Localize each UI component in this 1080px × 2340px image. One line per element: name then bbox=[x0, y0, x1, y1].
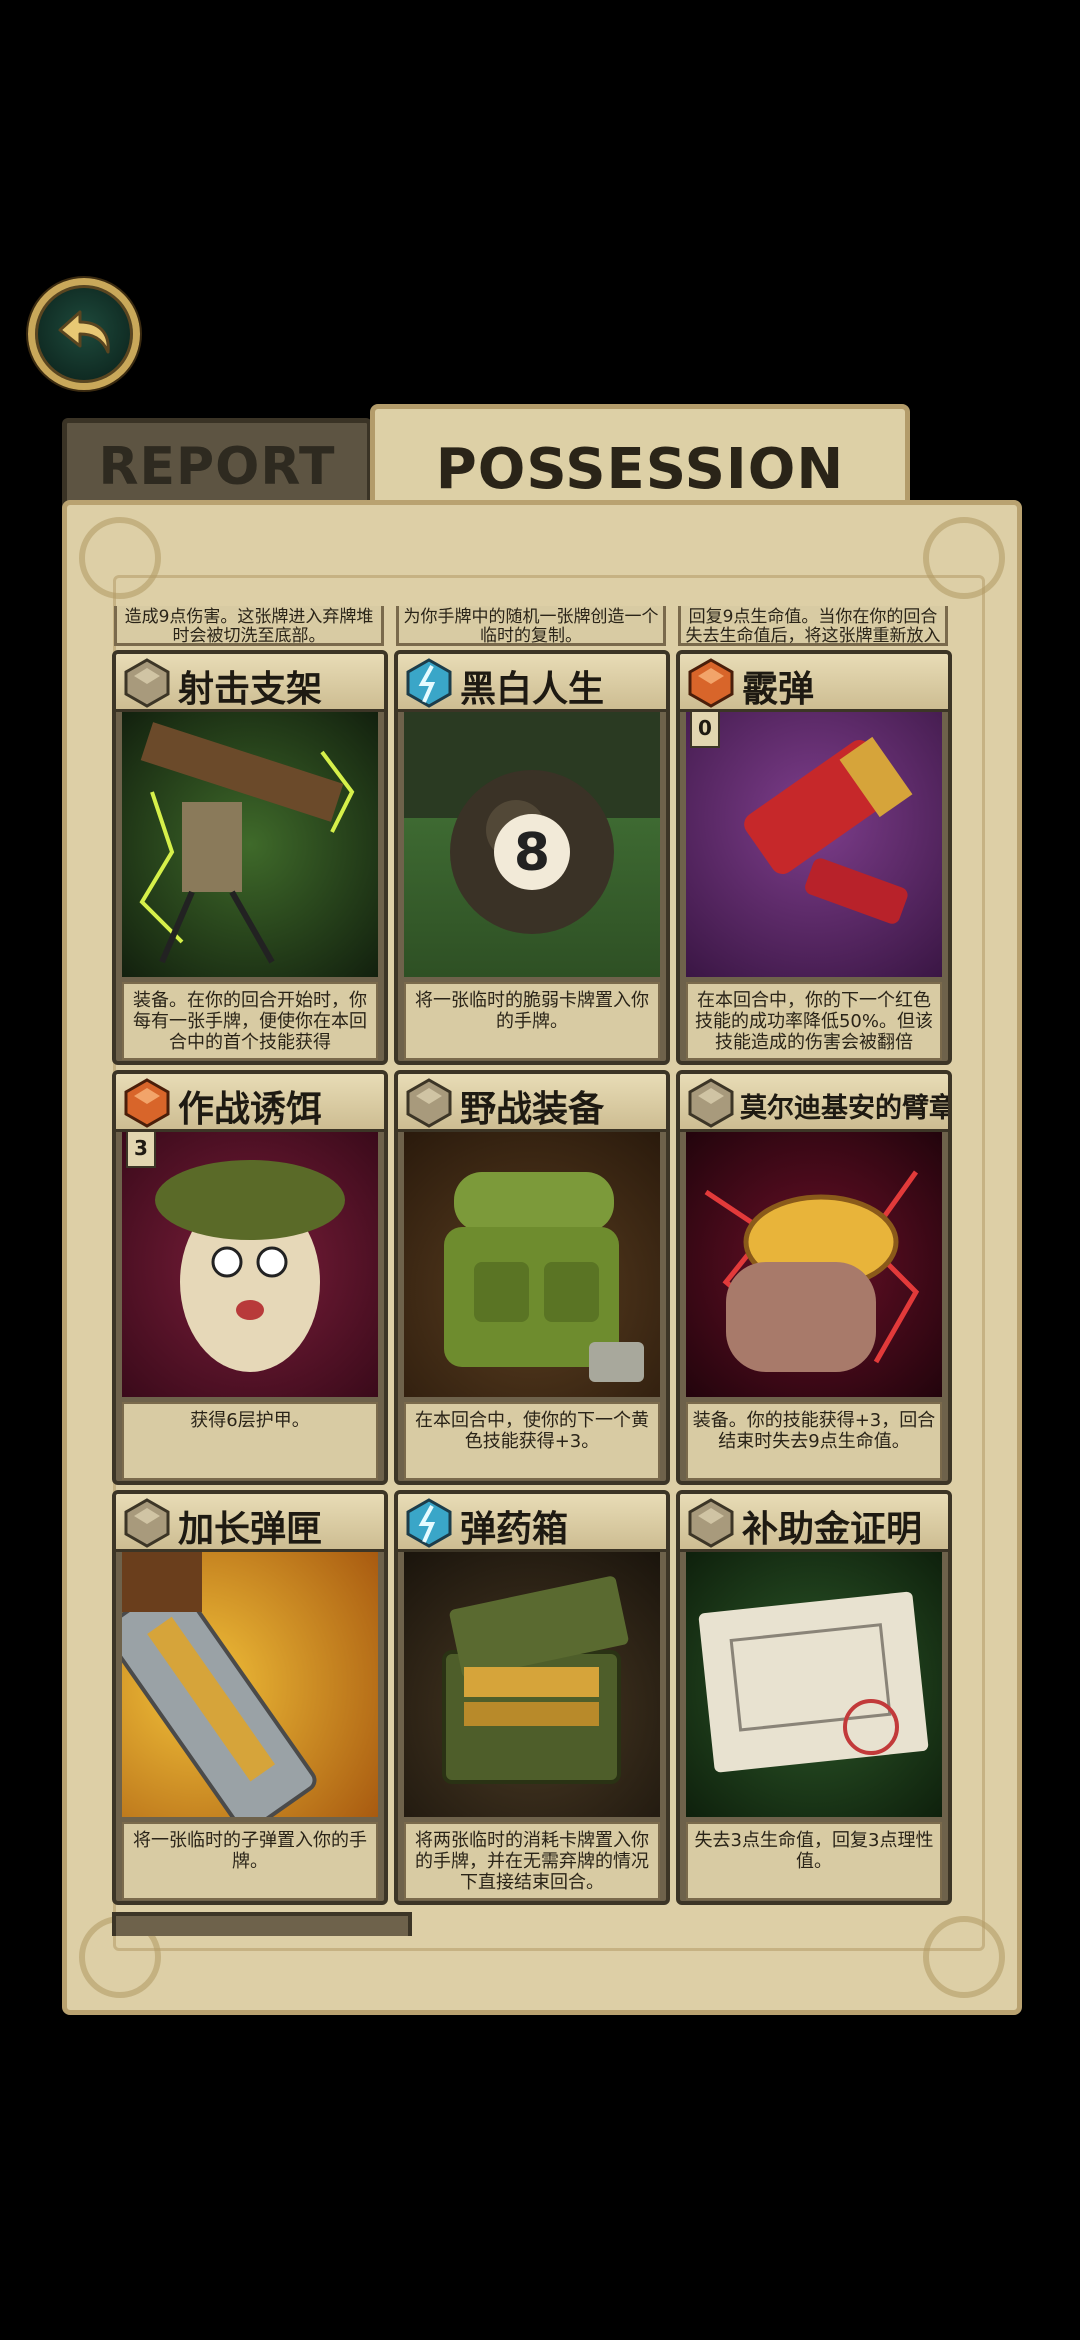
gray-gem-icon bbox=[124, 658, 170, 708]
blue-gem-icon bbox=[406, 658, 452, 708]
card-cost: 0 bbox=[690, 710, 720, 748]
card-header: 射击支架 bbox=[116, 654, 384, 712]
card-art bbox=[122, 1552, 378, 1817]
card-name: 野战装备 bbox=[460, 1089, 605, 1130]
card-combat-decoy[interactable]: 作战诱饵 3 获得6层护甲。 bbox=[112, 1070, 388, 1485]
card-desc-partial: 造成9点伤害。这张牌进入弃牌堆时会被切洗至底部。 bbox=[114, 606, 384, 646]
card-cost: 3 bbox=[126, 1130, 156, 1168]
card-description: 装备。在你的回合开始时，你每有一张手牌，便使你在本回合中的首个技能获得 bbox=[122, 982, 378, 1060]
tab-report[interactable]: REPORT bbox=[62, 418, 372, 511]
card-name: 莫尔迪基安的臂章 bbox=[740, 1093, 952, 1124]
card-header: 补助金证明 bbox=[680, 1494, 948, 1552]
card-buckshot[interactable]: 霰弹 0 在本回合中，你的下一个红色技能的成功率降低50%。但该技能造成的伤害会… bbox=[676, 650, 952, 1065]
card-description: 在本回合中，你的下一个红色技能的成功率降低50%。但该技能造成的伤害会被翻倍 bbox=[686, 982, 942, 1060]
card-art bbox=[686, 1552, 942, 1817]
gray-gem-icon bbox=[406, 1078, 452, 1128]
gray-gem-icon bbox=[688, 1498, 734, 1548]
card-field-equipment[interactable]: 野战装备 在本回合中，使你的下一个黄色技能获得+3。 bbox=[394, 1070, 670, 1485]
card-description: 获得6层护甲。 bbox=[122, 1402, 378, 1480]
card-description: 将两张临时的消耗卡牌置入你的手牌，并在无需弃牌的情况下直接结束回合。 bbox=[404, 1822, 660, 1900]
gray-gem-icon bbox=[688, 1078, 734, 1128]
card-art bbox=[122, 1132, 378, 1397]
card-name: 霰弹 bbox=[742, 669, 815, 710]
gray-gem-icon bbox=[124, 1498, 170, 1548]
blue-gem-icon bbox=[406, 1498, 452, 1548]
card-armband[interactable]: 莫尔迪基安的臂章 装备。你的技能获得+3，回合结束时失去9点生命值。 bbox=[676, 1070, 952, 1485]
card-partial-next bbox=[112, 1912, 412, 1936]
card-shooting-rest[interactable]: 射击支架 装备。在你的回合开始时，你每有一张手牌，便使你在本回合中的首个技能获得 bbox=[112, 650, 388, 1065]
card-header: 野战装备 bbox=[398, 1074, 666, 1132]
corner-ornament bbox=[79, 517, 161, 599]
card-name: 补助金证明 bbox=[742, 1509, 923, 1550]
card-grid[interactable]: 造成9点伤害。这张牌进入弃牌堆时会被切洗至底部。 为你手牌中的随机一张牌创造一个… bbox=[112, 606, 970, 1936]
orange-gem-icon bbox=[688, 658, 734, 708]
card-description: 失去3点生命值，回复3点理性值。 bbox=[686, 1822, 942, 1900]
back-arrow-icon bbox=[58, 310, 110, 354]
card-name: 加长弹匣 bbox=[178, 1509, 323, 1550]
orange-gem-icon bbox=[124, 1078, 170, 1128]
card-art: 8 bbox=[404, 712, 660, 977]
card-extended-magazine[interactable]: 加长弹匣 将一张临时的子弹置入你的手牌。 bbox=[112, 1490, 388, 1905]
card-description: 装备。你的技能获得+3，回合结束时失去9点生命值。 bbox=[686, 1402, 942, 1480]
card-header: 黑白人生 bbox=[398, 654, 666, 712]
card-header: 弹药箱 bbox=[398, 1494, 666, 1552]
card-art bbox=[404, 1552, 660, 1817]
card-name: 作战诱饵 bbox=[178, 1089, 323, 1130]
card-header: 霰弹 bbox=[680, 654, 948, 712]
card-subsidy-certificate[interactable]: 补助金证明 失去3点生命值，回复3点理性值。 bbox=[676, 1490, 952, 1905]
card-description: 在本回合中，使你的下一个黄色技能获得+3。 bbox=[404, 1402, 660, 1480]
card-art bbox=[404, 1132, 660, 1397]
card-art bbox=[686, 1132, 942, 1397]
card-description: 将一张临时的子弹置入你的手牌。 bbox=[122, 1822, 378, 1900]
card-header: 作战诱饵 bbox=[116, 1074, 384, 1132]
card-name: 黑白人生 bbox=[460, 669, 605, 710]
card-black-white-life[interactable]: 黑白人生 8 将一张临时的脆弱卡牌置入你的手牌。 bbox=[394, 650, 670, 1065]
card-desc-partial: 为你手牌中的随机一张牌创造一个临时的复制。 bbox=[396, 606, 666, 646]
card-header: 加长弹匣 bbox=[116, 1494, 384, 1552]
card-ammo-box[interactable]: 弹药箱 将两张临时的消耗卡牌置入你的手牌，并在无需弃牌的情况下直接结束回合。 bbox=[394, 1490, 670, 1905]
card-art bbox=[686, 712, 942, 977]
svg-text:8: 8 bbox=[514, 823, 550, 883]
card-name: 弹药箱 bbox=[460, 1509, 569, 1550]
card-name: 射击支架 bbox=[178, 669, 323, 710]
card-desc-partial: 回复9点生命值。当你在你的回合失去生命值后，将这张牌重新放入你的牌库。 bbox=[678, 606, 948, 646]
corner-ornament bbox=[923, 517, 1005, 599]
card-header: 莫尔迪基安的臂章 bbox=[680, 1074, 948, 1132]
card-art bbox=[122, 712, 378, 977]
tab-bar: REPORT POSSESSION bbox=[62, 404, 1022, 529]
card-description: 将一张临时的脆弱卡牌置入你的手牌。 bbox=[404, 982, 660, 1060]
back-button[interactable] bbox=[28, 278, 140, 390]
